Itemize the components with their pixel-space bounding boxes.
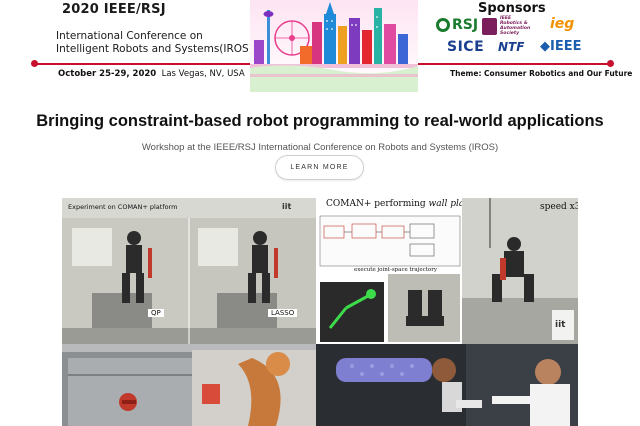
wall-plank-caption: COMAN+ performing wall plank	[326, 199, 462, 209]
divider-dot	[607, 60, 614, 67]
coman-experiment-image	[62, 198, 316, 344]
page-headline: Bringing constraint-based robot programm…	[36, 112, 604, 130]
iit-logo: iit	[282, 202, 292, 211]
experiment-tile: Experiment on COMAN+ platform iit QP LAS…	[62, 198, 316, 344]
qp-label: QP	[148, 309, 164, 317]
las-vegas-skyline-illustration	[250, 0, 418, 92]
trajectory-caption: execute joint-space trajectory	[354, 267, 437, 273]
industrial-tile	[62, 344, 316, 426]
conference-name-line2: Intelligent Robots and Systems(IROS)	[56, 43, 253, 55]
speed-caption: speed x3	[540, 202, 578, 212]
lab-tile	[316, 344, 578, 426]
conference-title: 2020 IEEE/RSJ	[62, 2, 166, 17]
conference-location: Las Vegas, NV, USA	[161, 69, 245, 79]
workshop-subtitle: Workshop at the IEEE/RSJ International C…	[141, 142, 499, 153]
sice-logo: SICE	[447, 39, 485, 55]
conference-name-line1: International Conference on	[56, 30, 203, 42]
ieee-logo: ◆IEEE	[540, 39, 582, 54]
conference-date: October 25-29, 2020	[58, 69, 157, 79]
ieee-ras-logo: IEEE Robotics & Automation Society	[482, 15, 544, 37]
ntf-logo: NTF	[498, 40, 525, 54]
sponsors-title: Sponsors	[478, 1, 546, 16]
iit-logo: iit	[555, 320, 566, 330]
lab-arm-image	[316, 344, 578, 426]
speed-tile: speed x3 iit	[462, 198, 578, 344]
divider-right	[418, 63, 610, 65]
experiment-caption: Experiment on COMAN+ platform	[68, 203, 178, 211]
robot-video-collage[interactable]: Experiment on COMAN+ platform iit QP LAS…	[62, 198, 578, 426]
lasso-label: LASSO	[268, 309, 298, 317]
rsj-logo: RSJ	[436, 17, 478, 33]
conference-theme: Theme: Consumer Robotics and Our Future	[450, 69, 633, 78]
conference-banner: 2020 IEEE/RSJ International Conference o…	[0, 0, 640, 92]
manipulator-image	[62, 344, 316, 426]
conference-date-location: October 25-29, 2020 Las Vegas, NV, USA	[58, 69, 245, 79]
divider-dot	[31, 60, 38, 67]
ieg-logo: ieg	[550, 16, 575, 32]
wall-plank-tile: COMAN+ performing wall plank execute joi…	[316, 198, 462, 344]
learn-more-button[interactable]: LEARN MORE	[275, 155, 364, 180]
divider-left	[34, 63, 252, 65]
